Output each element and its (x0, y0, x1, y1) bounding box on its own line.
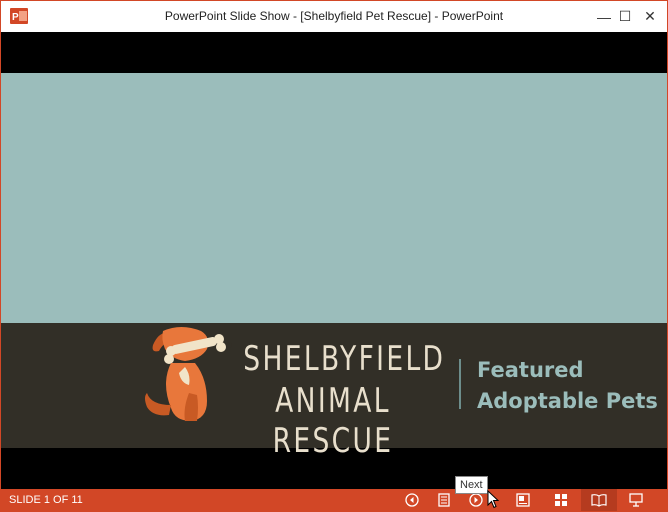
subtitle-line1: Featured (477, 358, 584, 382)
slideshow-icon (629, 493, 643, 507)
title-divider (459, 359, 461, 409)
slideshow-stage[interactable]: SHELBYFIELD ANIMAL RESCUE Featured Adopt… (1, 32, 667, 489)
slide-sorter-icon (555, 494, 567, 506)
minimize-icon: — (597, 8, 611, 25)
slideshow-status-bar: SLIDE 1 OF 11 (1, 489, 667, 511)
slide-counter: SLIDE 1 OF 11 (9, 494, 83, 506)
org-name-line1: SHELBYFIELD (243, 339, 446, 379)
reading-view-button[interactable] (581, 489, 617, 511)
subtitle-line2: Adoptable Pets (477, 389, 658, 413)
title-bar: P PowerPoint Slide Show - [Shelbyfield P… (1, 1, 667, 32)
maximize-button[interactable]: ☐ (612, 1, 638, 32)
title-band: SHELBYFIELD ANIMAL RESCUE Featured Adopt… (1, 323, 667, 461)
notes-button[interactable] (433, 489, 455, 511)
org-name-line2: ANIMAL RESCUE (272, 381, 394, 461)
mouse-cursor-icon (487, 490, 499, 509)
presenter-view-button[interactable] (512, 489, 534, 511)
powerpoint-window: P PowerPoint Slide Show - [Shelbyfield P… (0, 0, 668, 512)
slide-1[interactable]: SHELBYFIELD ANIMAL RESCUE Featured Adopt… (1, 73, 667, 461)
previous-icon (405, 493, 419, 507)
next-icon (469, 493, 483, 507)
maximize-icon: ☐ (618, 8, 632, 24)
reading-view-icon (591, 494, 607, 507)
dog-logo-icon (145, 327, 232, 421)
slideshow-button[interactable] (625, 489, 647, 511)
next-tooltip: Next (455, 476, 488, 494)
close-icon: ✕ (644, 8, 656, 24)
close-button[interactable]: ✕ (637, 1, 663, 32)
previous-button[interactable] (401, 489, 423, 511)
slide-sorter-button[interactable] (550, 489, 572, 511)
notes-icon (438, 493, 450, 507)
presenter-view-icon (516, 493, 530, 507)
window-title: PowerPoint Slide Show - [Shelbyfield Pet… (164, 9, 504, 23)
